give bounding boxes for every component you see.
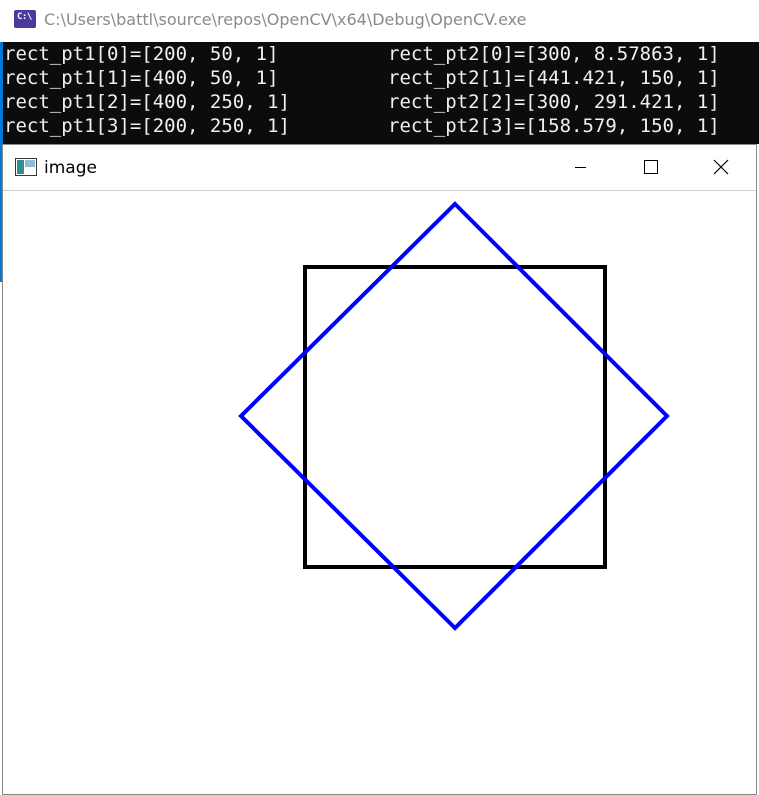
maximize-icon [644, 160, 658, 174]
maximize-button[interactable] [615, 145, 685, 189]
console-line-pt2-1: rect_pt2[1]=[441.421, 150, 1] [388, 67, 720, 89]
console-app-icon: C:\ [14, 10, 36, 28]
minimize-icon [575, 167, 586, 168]
close-button[interactable] [685, 145, 755, 189]
image-app-icon [15, 158, 37, 176]
console-line-pt2-0: rect_pt2[0]=[300, 8.57863, 1] [388, 43, 720, 65]
close-icon [713, 159, 729, 175]
console-line-pt2-3: rect_pt2[3]=[158.579, 150, 1] [388, 115, 720, 137]
image-canvas [4, 192, 755, 793]
console-window-title: C:\Users\battl\source\repos\OpenCV\x64\D… [44, 10, 527, 29]
console-titlebar: C:\ C:\Users\battl\source\repos\OpenCV\x… [0, 0, 759, 42]
console-output: rect_pt1[0]=[200, 50, 1] rect_pt2[0]=[30… [0, 42, 759, 144]
console-line-pt2-2: rect_pt2[2]=[300, 291.421, 1] [388, 91, 720, 113]
console-line-pt1-3: rect_pt1[3]=[200, 250, 1] [4, 115, 290, 137]
image-window-title: image [44, 158, 97, 178]
image-drawing [238, 201, 670, 631]
minimize-button[interactable] [545, 145, 615, 189]
console-icon-text: C:\ [17, 12, 32, 22]
image-window-titlebar[interactable]: image [3, 145, 756, 191]
console-line-pt1-0: rect_pt1[0]=[200, 50, 1] [4, 43, 279, 65]
console-line-pt1-2: rect_pt1[2]=[400, 250, 1] [4, 91, 290, 113]
console-line-pt1-1: rect_pt1[1]=[400, 50, 1] [4, 67, 279, 89]
image-window: image [2, 144, 757, 795]
